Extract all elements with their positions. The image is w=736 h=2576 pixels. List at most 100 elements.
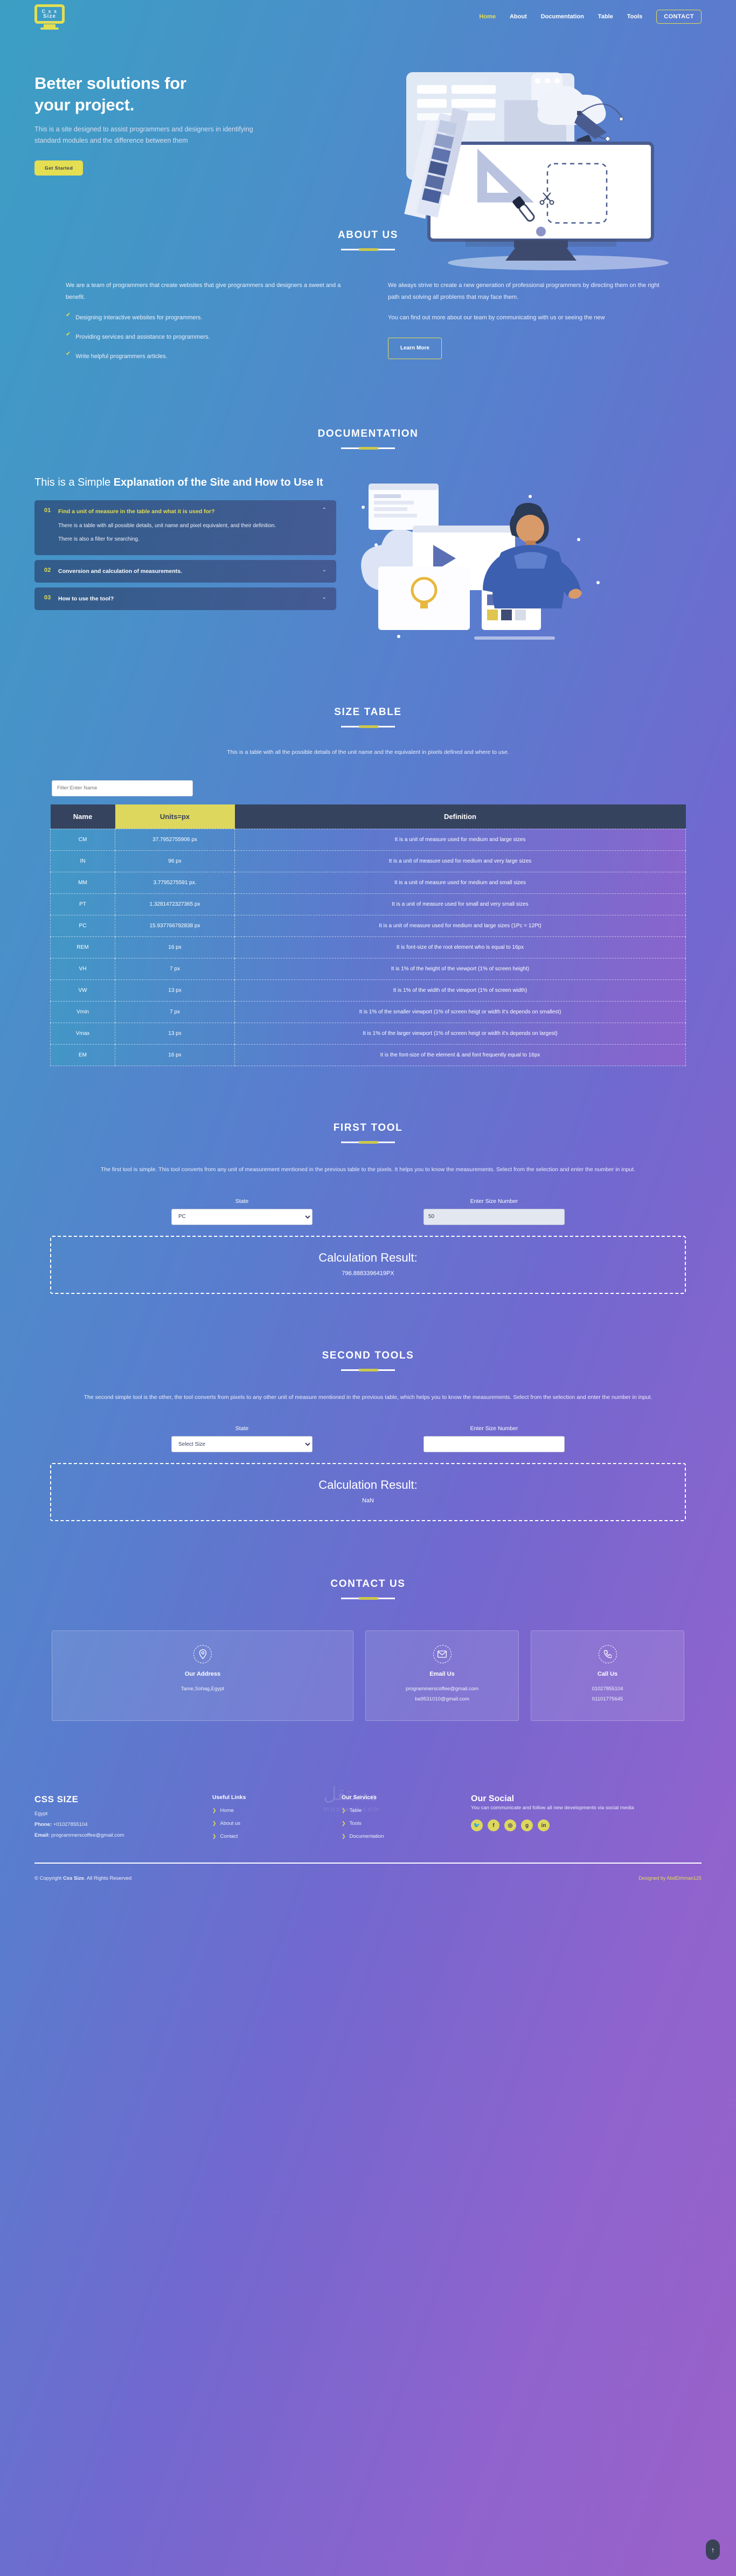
footer-link-about-us[interactable]: ❯ About us bbox=[212, 1821, 342, 1826]
accordion-item-02[interactable]: 02 Conversion and calculation of measure… bbox=[34, 559, 336, 583]
second-tool-divider bbox=[341, 1368, 395, 1371]
copyright-text: © Copyright Css Size. All Rights Reserve… bbox=[34, 1875, 131, 1881]
contact-card-line: Tame,Sohag,Egypt bbox=[180, 1686, 225, 1692]
contact-card-address[interactable]: Our Address Tame,Sohag,Egypt bbox=[52, 1630, 353, 1721]
footer-link-contact[interactable]: ❯ Contact bbox=[212, 1833, 342, 1839]
accordion-header[interactable]: 01 Find a unit of measure in the table a… bbox=[44, 507, 327, 516]
instagram-icon[interactable]: ◎ bbox=[504, 1819, 516, 1832]
contact-divider bbox=[341, 1597, 395, 1600]
about-feature-label: Designing interactive websites for progr… bbox=[75, 314, 203, 321]
copyright-prefix: © Copyright bbox=[34, 1875, 63, 1881]
accordion-item-01[interactable]: 01 Find a unit of measure in the table a… bbox=[34, 500, 336, 555]
watermark: مستقل mostaql.com bbox=[323, 1783, 381, 1813]
nav-contact-button[interactable]: CONTACT bbox=[656, 10, 702, 24]
cell-units: 37.7952755906 px bbox=[115, 828, 235, 851]
first-tool-state-label: State bbox=[235, 1198, 249, 1205]
nav-item-about[interactable]: About bbox=[510, 13, 527, 20]
nav-item-tools[interactable]: Tools bbox=[627, 13, 643, 20]
footer-useful-links: Useful Links ❯ Home ❯ About us ❯ Contact bbox=[212, 1794, 342, 1846]
about-right-paragraph-1: We always strive to create a new generat… bbox=[388, 282, 659, 300]
back-to-top-button[interactable]: ↑ bbox=[706, 2539, 720, 2560]
accordion-number: 02 bbox=[44, 566, 51, 573]
site-footer: مستقل mostaql.com CSS SIZE Egypt Phone: … bbox=[0, 1770, 736, 1846]
contact-card-line: 01027855104 bbox=[592, 1686, 623, 1692]
size-table: Name Units=px Definition CM 37.7952755906… bbox=[50, 804, 686, 1066]
watermark-text: مستقل bbox=[323, 1783, 378, 1804]
first-tool-result-label: Calculation Result: bbox=[318, 1250, 418, 1264]
cell-name: CM bbox=[50, 828, 115, 851]
second-tool-size-input[interactable] bbox=[423, 1436, 565, 1453]
logo-base bbox=[40, 27, 59, 30]
first-tool-size-label: Enter Size Number bbox=[470, 1198, 518, 1205]
check-icon: ✔ bbox=[66, 311, 71, 318]
accordion-item-03[interactable]: 03 How to use the tool? ⌄ bbox=[34, 587, 336, 611]
cell-definition: It is the font-size of the element & and… bbox=[234, 1044, 686, 1066]
about-feature-label: Providing services and assistance to pro… bbox=[75, 333, 210, 340]
cell-units: 15.937766792838 px bbox=[115, 914, 235, 937]
social-links: 🐦 f ◎ g in bbox=[471, 1819, 702, 1832]
footer-social-title: Our Social bbox=[471, 1794, 515, 1803]
phone-icon bbox=[598, 1645, 617, 1664]
chevron-down-icon[interactable]: ⌄ bbox=[322, 567, 327, 573]
footer-link-tools[interactable]: ❯ Tools bbox=[342, 1821, 471, 1826]
second-tool-state-select[interactable]: Select Size bbox=[171, 1436, 313, 1453]
footer-link-label: Documentation bbox=[349, 1833, 384, 1839]
table-row: IN 96 px It is a unit of measure used for … bbox=[50, 850, 686, 872]
first-tool-state-select[interactable]: PC bbox=[171, 1208, 313, 1225]
nav-item-documentation[interactable]: Documentation bbox=[541, 13, 584, 20]
chevron-down-icon[interactable]: ⌄ bbox=[322, 594, 327, 600]
footer-location: Egypt bbox=[34, 1810, 48, 1817]
linkedin-icon[interactable]: in bbox=[538, 1819, 550, 1832]
chevron-up-icon[interactable]: ⌃ bbox=[322, 507, 327, 513]
documentation-heading-bold: Explanation of the Site and How to Use I… bbox=[113, 476, 323, 488]
first-tool-size-field: Enter Size Number bbox=[423, 1198, 565, 1225]
first-tool-size-input[interactable] bbox=[423, 1208, 565, 1225]
cell-name: PT bbox=[50, 893, 115, 915]
first-tool-state-field: State PC bbox=[171, 1198, 313, 1225]
contact-card-email[interactable]: Email Us programmerscoffee@gmail.com ba9… bbox=[365, 1630, 519, 1721]
designer-name[interactable]: AbdElrhman125 bbox=[666, 1875, 702, 1881]
accordion-body: There is a table with all possible detai… bbox=[44, 521, 327, 544]
accordion-header[interactable]: 02 Conversion and calculation of measure… bbox=[44, 567, 327, 576]
nav-item-home[interactable]: Home bbox=[479, 13, 496, 20]
about-left-column: We are a team of programmers that create… bbox=[66, 279, 348, 370]
footer-link-documentation[interactable]: ❯ Documentation bbox=[342, 1833, 471, 1839]
accordion-header[interactable]: 03 How to use the tool? ⌄ bbox=[44, 594, 327, 603]
table-row: PC 15.937766792838 px It is a unit of meas… bbox=[50, 914, 686, 937]
nav-item-table[interactable]: Table bbox=[598, 13, 613, 20]
first-tool-description: The first tool is simple. This tool conv… bbox=[101, 1166, 635, 1173]
table-filter-input[interactable] bbox=[52, 780, 193, 796]
size-table-head: Name Units=px Definition bbox=[50, 804, 686, 829]
accordion-question: How to use the tool? bbox=[58, 596, 114, 603]
facebook-icon[interactable]: f bbox=[488, 1819, 499, 1832]
cell-name: Vmax bbox=[50, 1022, 115, 1045]
documentation-heading: This is a Simple Explanation of the Site… bbox=[34, 475, 336, 491]
cell-definition: It is a unit of measure used for small a… bbox=[234, 893, 686, 915]
cell-definition: It is font-size of the root element who … bbox=[234, 936, 686, 958]
second-tool-title: SECOND TOOLS bbox=[322, 1349, 414, 1361]
contact-card-line: 01101775645 bbox=[592, 1696, 623, 1702]
google-icon[interactable]: g bbox=[521, 1819, 533, 1832]
footer-email-row: Email: programmerscoffee@gmail.com bbox=[34, 1832, 212, 1838]
second-tool-state-label: State bbox=[235, 1425, 249, 1432]
chevron-right-icon: ❯ bbox=[212, 1833, 217, 1839]
table-row: PT 1.3281472327365 px It is a unit of meas… bbox=[50, 893, 686, 915]
table-row: EM 16 px It is the font-size of the elemen… bbox=[50, 1044, 686, 1066]
footer-link-label: Tools bbox=[349, 1820, 362, 1826]
learn-more-button[interactable]: Learn More bbox=[388, 337, 442, 359]
get-started-button[interactable]: Get Started bbox=[34, 160, 84, 176]
contact-card-phone[interactable]: Call Us 01027855104 01101775645 bbox=[531, 1630, 684, 1721]
footer-link-home[interactable]: ❯ Home bbox=[212, 1808, 342, 1814]
watermark-subtext: mostaql.com bbox=[323, 1804, 381, 1813]
about-left-intro: We are a team of programmers that create… bbox=[66, 282, 341, 300]
cell-units: 7 px bbox=[115, 1000, 235, 1023]
cell-name: EM bbox=[50, 1044, 115, 1066]
site-logo[interactable]: C s s Size bbox=[34, 4, 65, 30]
first-tool-divider bbox=[341, 1140, 395, 1144]
cell-name: VH bbox=[50, 957, 115, 980]
hero-copy: Better solutions for your project. This … bbox=[34, 63, 293, 176]
documentation-divider bbox=[341, 446, 395, 450]
twitter-icon[interactable]: 🐦 bbox=[471, 1819, 483, 1832]
documentation-accordion: This is a Simple Explanation of the Site… bbox=[34, 475, 336, 653]
size-table-title: SIZE TABLE bbox=[334, 706, 402, 718]
